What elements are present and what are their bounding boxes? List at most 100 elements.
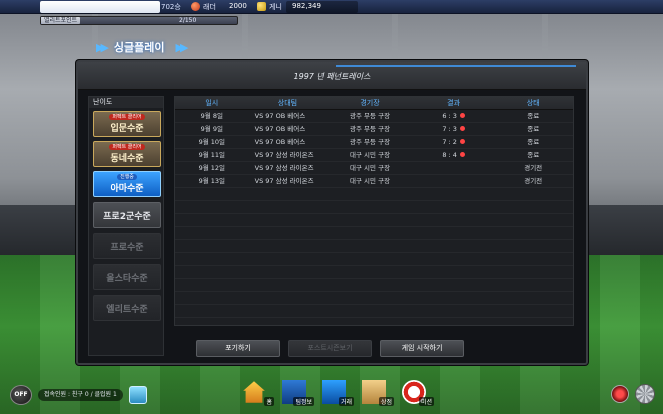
dock-team-button[interactable]: 팀정보 (280, 378, 314, 408)
cell-opp: VS 97 삼성 라이온즈 (249, 175, 327, 187)
win-marker-icon (459, 113, 465, 118)
messenger-off-icon[interactable]: OFF (10, 385, 32, 405)
cell-opp: VS 97 삼성 라이온즈 (249, 149, 327, 161)
cell-park: 광주 무등 구장 (326, 110, 414, 122)
difficulty-header: 난이도 (89, 97, 163, 108)
cell-date-text: 9월 9일 (200, 125, 223, 133)
cell-opp: VS 97 OB 베어스 (249, 123, 327, 135)
cell-opp-text: VS 97 삼성 라이온즈 (254, 151, 314, 159)
difficulty-button[interactable]: 퍼펙트 클리어 동네수준 (93, 141, 161, 167)
cell-date (175, 266, 249, 278)
cell-park (326, 227, 414, 239)
col-date: 일시 (205, 99, 219, 107)
win-marker-icon (459, 139, 465, 144)
cell-status-text: 종료 (527, 112, 540, 120)
cell-date-text: 9월 8일 (200, 112, 223, 120)
cell-park: 대구 시민 구장 (326, 149, 414, 161)
difficulty-button[interactable]: 진행중 아마수준 (93, 171, 161, 197)
cell-opp: VS 97 OB 베어스 (249, 110, 327, 122)
table-row: 9월 11일 VS 97 삼성 라이온즈 대구 시민 구장 8 : 4 종료 (175, 149, 573, 162)
difficulty-button: 프로수준 (93, 233, 161, 259)
table-row (175, 201, 573, 214)
cell-result (414, 292, 494, 304)
cell-opp (249, 188, 327, 200)
dock-shop-button[interactable]: 상점 (360, 378, 394, 408)
schedule-table: 일시 상대팀 경기장 결과 상태 9월 8일 VS 97 OB 베어스 광주 무등 … (174, 96, 574, 326)
cell-result-text: 6 : 3 (442, 112, 457, 120)
dock-home-button[interactable]: 홈 (240, 378, 274, 408)
settings-gear-icon[interactable] (635, 384, 655, 404)
cell-opp (249, 201, 327, 213)
dock-label: 미션 (418, 397, 434, 406)
cell-status: 종료 (493, 136, 573, 148)
difficulty-button: 올스타수준 (93, 264, 161, 290)
cell-result: 7 : 3 (414, 123, 494, 135)
cell-status (493, 214, 573, 226)
table-row: 9월 9일 VS 97 OB 베어스 광주 무등 구장 7 : 3 종료 (175, 123, 573, 136)
difficulty-badge: 퍼펙트 클리어 (109, 114, 145, 120)
cell-date-text: 9월 12일 (198, 164, 226, 172)
cell-park-text: 대구 시민 구장 (350, 177, 391, 185)
dock-trade-button[interactable]: 거래 (320, 378, 354, 408)
dock-label: 팀정보 (293, 397, 314, 406)
cell-status-text: 종료 (527, 125, 540, 133)
cell-date-text: 9월 13일 (198, 177, 226, 185)
difficulty-button[interactable]: 퍼펙트 클리어 입문수준 (93, 111, 161, 137)
table-row: 9월 12일 VS 97 삼성 라이온즈 대구 시민 구장 경기전 (175, 162, 573, 175)
progress-value: 2/150 (179, 17, 197, 24)
cell-date: 9월 12일 (175, 162, 249, 174)
col-stadium: 경기장 (360, 99, 380, 107)
difficulty-button[interactable]: 프로2군수준 (93, 202, 161, 228)
cell-park: 광주 무등 구장 (326, 123, 414, 135)
table-row (175, 188, 573, 201)
table-row (175, 240, 573, 253)
cell-park: 광주 무등 구장 (326, 136, 414, 148)
start-game-button[interactable]: 게임 시작하기 (380, 340, 464, 357)
cell-park (326, 188, 414, 200)
cell-date (175, 201, 249, 213)
cell-status (493, 253, 573, 265)
ladder-value: 2000 (229, 2, 247, 10)
chevron-right-icon: ▶▶ (96, 40, 109, 54)
dock-label: 홈 (264, 397, 274, 406)
give-up-button[interactable]: 포기하기 (196, 340, 280, 357)
cell-status-text: 종료 (527, 151, 540, 159)
table-row: 9월 13일 VS 97 삼성 라이온즈 대구 시민 구장 경기전 (175, 175, 573, 188)
cell-result (414, 214, 494, 226)
elite-point-progress: 열리트포인트 2/150 (40, 16, 238, 25)
cell-park (326, 253, 414, 265)
cell-status (493, 292, 573, 304)
mode-title-text: 싱글플레이 (113, 41, 165, 54)
power-icon[interactable] (611, 385, 629, 403)
difficulty-column: 난이도 퍼펙트 클리어 입문수준퍼펙트 클리어 동네수준진행중 아마수준프로2군수준프… (88, 96, 164, 356)
dock-mission-button[interactable]: 미션 (400, 378, 434, 408)
cell-park: 대구 시민 구장 (326, 175, 414, 187)
cell-date-text: 9월 10일 (198, 138, 226, 146)
cell-opp: VS 97 삼성 라이온즈 (249, 162, 327, 174)
cell-park (326, 292, 414, 304)
cell-park (326, 279, 414, 291)
cell-date: 9월 10일 (175, 136, 249, 148)
table-row (175, 305, 573, 318)
table-row (175, 214, 573, 227)
money-icon (257, 2, 266, 11)
col-result: 결과 (447, 99, 461, 107)
cell-result-text: 8 : 4 (442, 151, 457, 159)
cell-result (414, 188, 494, 200)
cell-date (175, 305, 249, 317)
gift-icon[interactable] (128, 386, 147, 404)
table-row (175, 253, 573, 266)
online-info: 접속인원 : 친구 0 / 클럽원 1 (38, 389, 123, 401)
top-status-bar: 702승 래더 2000 게니 982,349 (0, 0, 663, 14)
cell-opp-text: VS 97 삼성 라이온즈 (254, 177, 314, 185)
panel-title: 1997 년 페넌트레이스 (293, 72, 371, 81)
cell-result-text: 7 : 3 (442, 125, 457, 133)
cell-date (175, 279, 249, 291)
cell-date-text: 9월 11일 (198, 151, 226, 159)
cell-opp (249, 305, 327, 317)
cell-result (414, 266, 494, 278)
cell-park-text: 광주 무등 구장 (350, 125, 391, 133)
cell-date (175, 240, 249, 252)
cell-date (175, 292, 249, 304)
main-dock: 홈 팀정보 거래 상점 미션 (240, 378, 434, 412)
